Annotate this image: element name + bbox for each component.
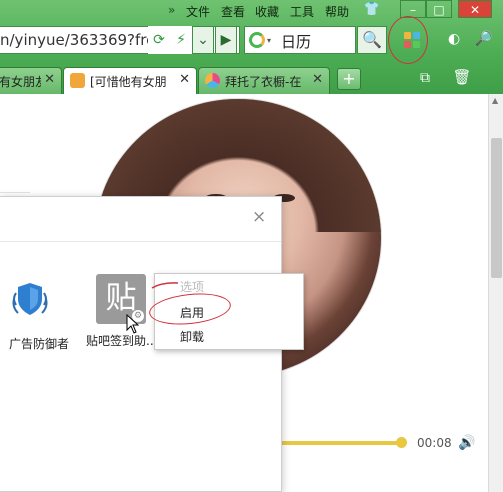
engine-dropdown-icon[interactable]: ▾ [267, 36, 271, 45]
tab-3-title: 拜托了衣橱-在 [225, 75, 302, 89]
playback-progress-bar[interactable] [282, 441, 402, 445]
tab-3-favicon-icon [205, 73, 220, 88]
trash-icon[interactable]: 🗑 [452, 68, 472, 88]
restore-button[interactable]: □ [426, 0, 452, 18]
search-engine-icon[interactable] [249, 32, 265, 48]
volume-icon[interactable]: 🔊 [458, 435, 475, 451]
new-tab-button[interactable]: + [337, 68, 361, 90]
search-go-button[interactable]: 🔍 [357, 26, 387, 54]
dialog-header: × [0, 197, 281, 242]
shield-icon [12, 283, 48, 315]
address-url[interactable]: n/yinyue/363369?frc [0, 31, 154, 49]
skin-shirt-icon[interactable]: 👕 [363, 2, 381, 18]
menu-bar: » 文件 查看 收藏 工具 帮助 👕 – □ ✕ [0, 0, 503, 22]
mouse-cursor-icon [126, 314, 140, 334]
extension-ad-defender-label: 广告防御者 [8, 337, 69, 351]
tieba-icon: 贴 [105, 280, 137, 316]
search-input[interactable]: 日历 [281, 31, 311, 52]
scrollbar-thumb[interactable] [491, 138, 502, 278]
playback-time: 00:08 [417, 436, 452, 450]
page-scrollbar[interactable]: ▲ [488, 94, 503, 492]
playback-progress-knob[interactable] [396, 437, 407, 448]
dialog-close-button[interactable]: × [252, 207, 266, 227]
refresh-icon[interactable]: ⟳ [148, 26, 170, 54]
address-dropdown-icon[interactable]: ⌄ [192, 26, 214, 54]
tab-3-close-icon[interactable]: ✕ [312, 72, 323, 87]
toolbar-half-circle-icon[interactable]: ◐ [448, 31, 460, 47]
scroll-up-icon[interactable]: ▲ [492, 96, 498, 105]
tab-bar: 有女朋友 ✕ [可惜他有女朋 ✕ 拜托了衣橱-在 ✕ + ⧉ 🗑 [0, 63, 503, 94]
tab-1-close-icon[interactable]: ✕ [44, 72, 55, 87]
context-menu-uninstall[interactable]: 卸载 [180, 328, 204, 345]
tab-2-close-icon[interactable]: ✕ [179, 72, 190, 87]
tab-1[interactable]: 有女朋友 ✕ [0, 67, 62, 94]
restore-tabs-icon[interactable]: ⧉ [420, 70, 440, 88]
go-arrow-icon[interactable]: ▶ [215, 26, 237, 54]
tab-2-favicon-icon [70, 73, 85, 88]
tab-2-active[interactable]: [可惜他有女朋 ✕ [63, 67, 197, 94]
toolbar-zoom-icon[interactable]: 🔎 [475, 31, 492, 47]
menu-file[interactable]: 文件 [186, 3, 210, 20]
menu-more-icon[interactable]: » [168, 3, 175, 17]
divider [0, 192, 30, 193]
annotation-circle-extensions [388, 16, 428, 64]
annotation-stroke [151, 282, 179, 289]
tab-1-title: 有女朋友 [0, 75, 41, 89]
speed-lightning-icon[interactable]: ⚡ [170, 26, 192, 54]
browser-chrome: » 文件 查看 收藏 工具 帮助 👕 – □ ✕ n/yinyue/363369… [0, 0, 503, 94]
menu-view[interactable]: 查看 [221, 3, 245, 20]
menu-help[interactable]: 帮助 [325, 3, 349, 20]
search-box[interactable]: ▾ 日历 [244, 26, 356, 54]
menu-favorites[interactable]: 收藏 [255, 3, 279, 20]
extension-tieba-label: 贴吧签到助... [86, 334, 158, 348]
close-window-button[interactable]: ✕ [458, 0, 492, 18]
menu-tools[interactable]: 工具 [290, 3, 314, 20]
tab-3[interactable]: 拜托了衣橱-在 ✕ [198, 67, 330, 94]
tab-2-title: [可惜他有女朋 [90, 75, 167, 89]
